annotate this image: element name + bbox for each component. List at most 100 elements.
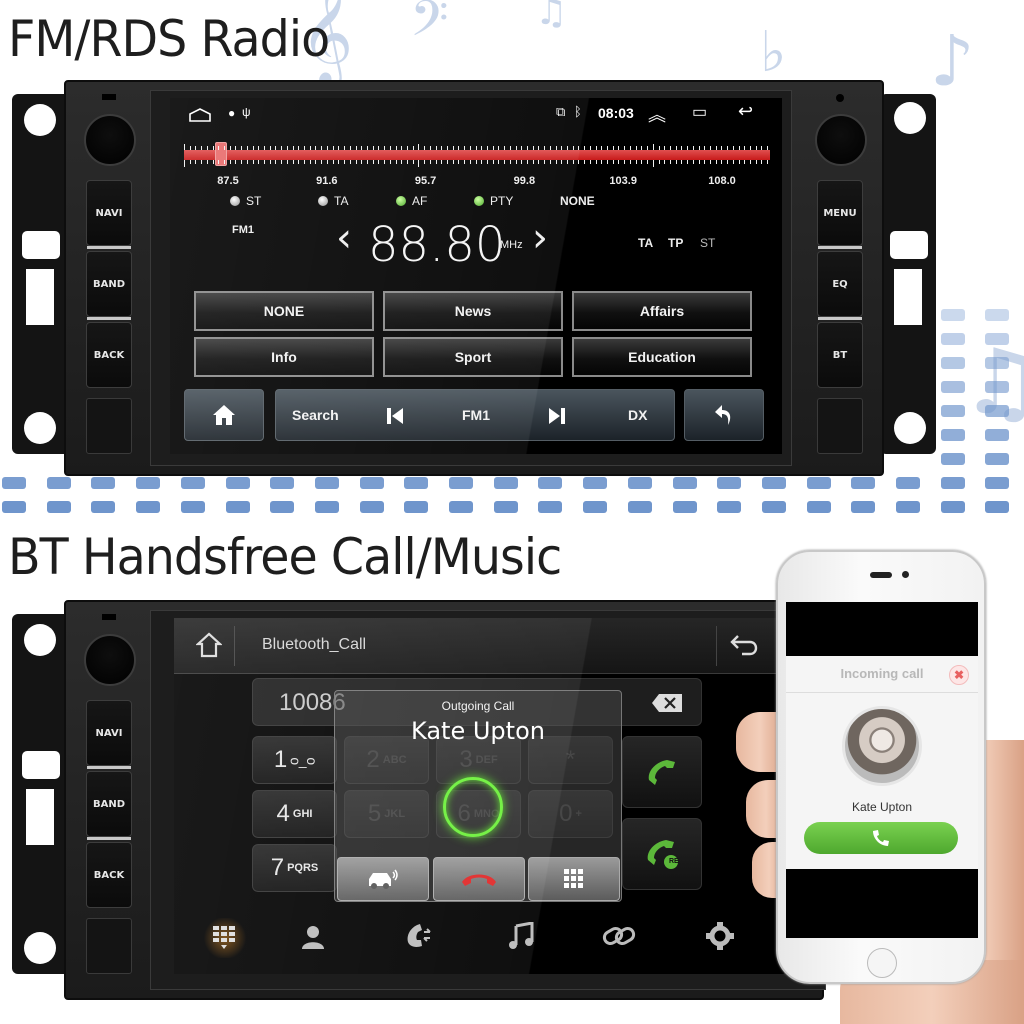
indicator-st: ST bbox=[230, 194, 261, 208]
tuner-tick bbox=[532, 160, 534, 164]
tuner-tick bbox=[761, 146, 763, 150]
navi-button[interactable]: NAVI bbox=[86, 180, 132, 246]
tuner-tick bbox=[738, 146, 740, 150]
key-1[interactable]: 1 ᴑ_ᴑ bbox=[252, 736, 337, 784]
menu-button[interactable]: MENU bbox=[817, 180, 863, 246]
tuner-tick bbox=[321, 146, 323, 150]
back-arrow-icon[interactable] bbox=[730, 634, 760, 656]
prev-station-button[interactable]: ‹ bbox=[336, 218, 352, 258]
eq-bar-cell bbox=[91, 501, 116, 513]
return-button[interactable] bbox=[684, 389, 764, 441]
home-outline-icon[interactable] bbox=[188, 108, 212, 122]
nav-music[interactable] bbox=[508, 921, 534, 955]
back-button-bt[interactable]: BACK bbox=[86, 842, 132, 908]
nav-settings[interactable] bbox=[706, 922, 734, 955]
tuner-tick bbox=[224, 160, 226, 164]
key-7[interactable]: 7 PQRS bbox=[252, 844, 337, 892]
band-button[interactable]: BAND bbox=[86, 251, 132, 317]
tuner-tick bbox=[624, 160, 626, 164]
dx-button[interactable]: DX bbox=[628, 407, 647, 423]
nav-contacts[interactable] bbox=[300, 924, 326, 955]
answer-button[interactable] bbox=[804, 822, 958, 854]
hang-up-button[interactable] bbox=[433, 857, 525, 901]
eq-bar-cell bbox=[985, 477, 1010, 489]
volume-knob-bt[interactable] bbox=[84, 634, 136, 686]
tuner-tick bbox=[429, 160, 431, 164]
eq-bar-cell bbox=[493, 477, 518, 489]
tuner-tick bbox=[269, 160, 271, 164]
tuner-tick bbox=[572, 146, 574, 150]
nav-link[interactable] bbox=[602, 924, 636, 953]
pty-button-info[interactable]: Info bbox=[194, 337, 374, 377]
nav-call-log[interactable] bbox=[404, 922, 432, 955]
previous-track-icon[interactable] bbox=[386, 407, 404, 425]
back-button[interactable]: BACK bbox=[86, 322, 132, 388]
recent-apps-icon[interactable]: ▭ bbox=[692, 102, 707, 122]
pty-button-news[interactable]: News bbox=[383, 291, 563, 331]
decline-button[interactable]: ✖ bbox=[949, 665, 969, 685]
tuner-tick bbox=[464, 146, 466, 150]
tuner-tick bbox=[629, 160, 631, 164]
pty-button-sport[interactable]: Sport bbox=[383, 337, 563, 377]
bt-button[interactable]: BT bbox=[817, 322, 863, 388]
tuner-tick bbox=[647, 160, 649, 164]
key-4[interactable]: 4 GHI bbox=[252, 790, 337, 838]
band-button-bt[interactable]: BAND bbox=[86, 771, 132, 837]
pty-button-none[interactable]: NONE bbox=[194, 291, 374, 331]
eq-bar-cell bbox=[583, 501, 608, 513]
outgoing-call-dialog: Outgoing Call Kate Upton bbox=[334, 690, 622, 902]
tuner-tick bbox=[326, 146, 328, 150]
tuner-tick bbox=[441, 146, 443, 150]
home-button[interactable] bbox=[184, 389, 264, 441]
tuner-tick bbox=[332, 146, 334, 150]
tuner-tick bbox=[744, 146, 746, 150]
backspace-icon[interactable] bbox=[651, 693, 683, 713]
tuner-tick bbox=[744, 160, 746, 164]
flat-sign-decoration: ♭ bbox=[760, 20, 787, 85]
tuner-tick bbox=[709, 160, 711, 164]
expand-up-icon[interactable]: ︽ bbox=[648, 101, 666, 127]
indicator-light bbox=[396, 196, 406, 206]
next-track-icon[interactable] bbox=[548, 407, 566, 425]
pty-button-education[interactable]: Education bbox=[572, 337, 752, 377]
tuner-thumb[interactable] bbox=[215, 142, 228, 166]
eq-bar-cell bbox=[940, 429, 965, 441]
tuner-tick bbox=[224, 146, 226, 150]
tuner-tick bbox=[378, 160, 380, 164]
eq-bar-cell bbox=[985, 381, 1010, 393]
tuner-tick bbox=[458, 160, 460, 164]
home-outline-icon[interactable] bbox=[196, 632, 222, 658]
tuner-tick bbox=[487, 146, 488, 150]
eq-button[interactable]: EQ bbox=[817, 251, 863, 317]
pty-button-affairs[interactable]: Affairs bbox=[572, 291, 752, 331]
tuner-tick bbox=[189, 160, 191, 164]
tuner-tick bbox=[241, 160, 243, 164]
tuner-tick bbox=[635, 146, 637, 150]
volume-knob[interactable] bbox=[84, 114, 136, 166]
frequency-tuner-slider[interactable] bbox=[184, 142, 770, 167]
next-station-button[interactable]: › bbox=[532, 218, 548, 258]
tuner-tick bbox=[366, 160, 368, 164]
back-arrow-icon[interactable]: ↩ bbox=[738, 101, 753, 122]
tuner-tick bbox=[612, 146, 614, 150]
show-keypad-button[interactable] bbox=[528, 857, 620, 901]
tuner-scale-label: 99.8 bbox=[513, 175, 536, 187]
tuner-tick bbox=[424, 160, 426, 164]
tuner-tick bbox=[732, 160, 734, 164]
tuner-tick bbox=[429, 146, 431, 150]
dialog-title: Outgoing Call bbox=[441, 699, 515, 713]
tuner-tick bbox=[349, 146, 351, 150]
band-toggle-button[interactable]: FM1 bbox=[462, 407, 490, 423]
tune-knob[interactable] bbox=[815, 114, 867, 166]
cast-icon: ⧉ bbox=[556, 104, 566, 119]
phone-home-button[interactable] bbox=[867, 948, 897, 978]
redial-button[interactable]: RE bbox=[622, 818, 702, 890]
tuner-tick bbox=[304, 160, 306, 164]
navi-button-bt[interactable]: NAVI bbox=[86, 700, 132, 766]
nav-dialpad[interactable] bbox=[202, 918, 248, 958]
car-audio-button[interactable] bbox=[337, 857, 429, 901]
call-button[interactable] bbox=[622, 736, 702, 808]
search-button[interactable]: Search bbox=[292, 407, 339, 423]
tuner-tick bbox=[246, 146, 248, 150]
bt-section-heading: BT Handsfree Call/Music bbox=[8, 528, 562, 586]
